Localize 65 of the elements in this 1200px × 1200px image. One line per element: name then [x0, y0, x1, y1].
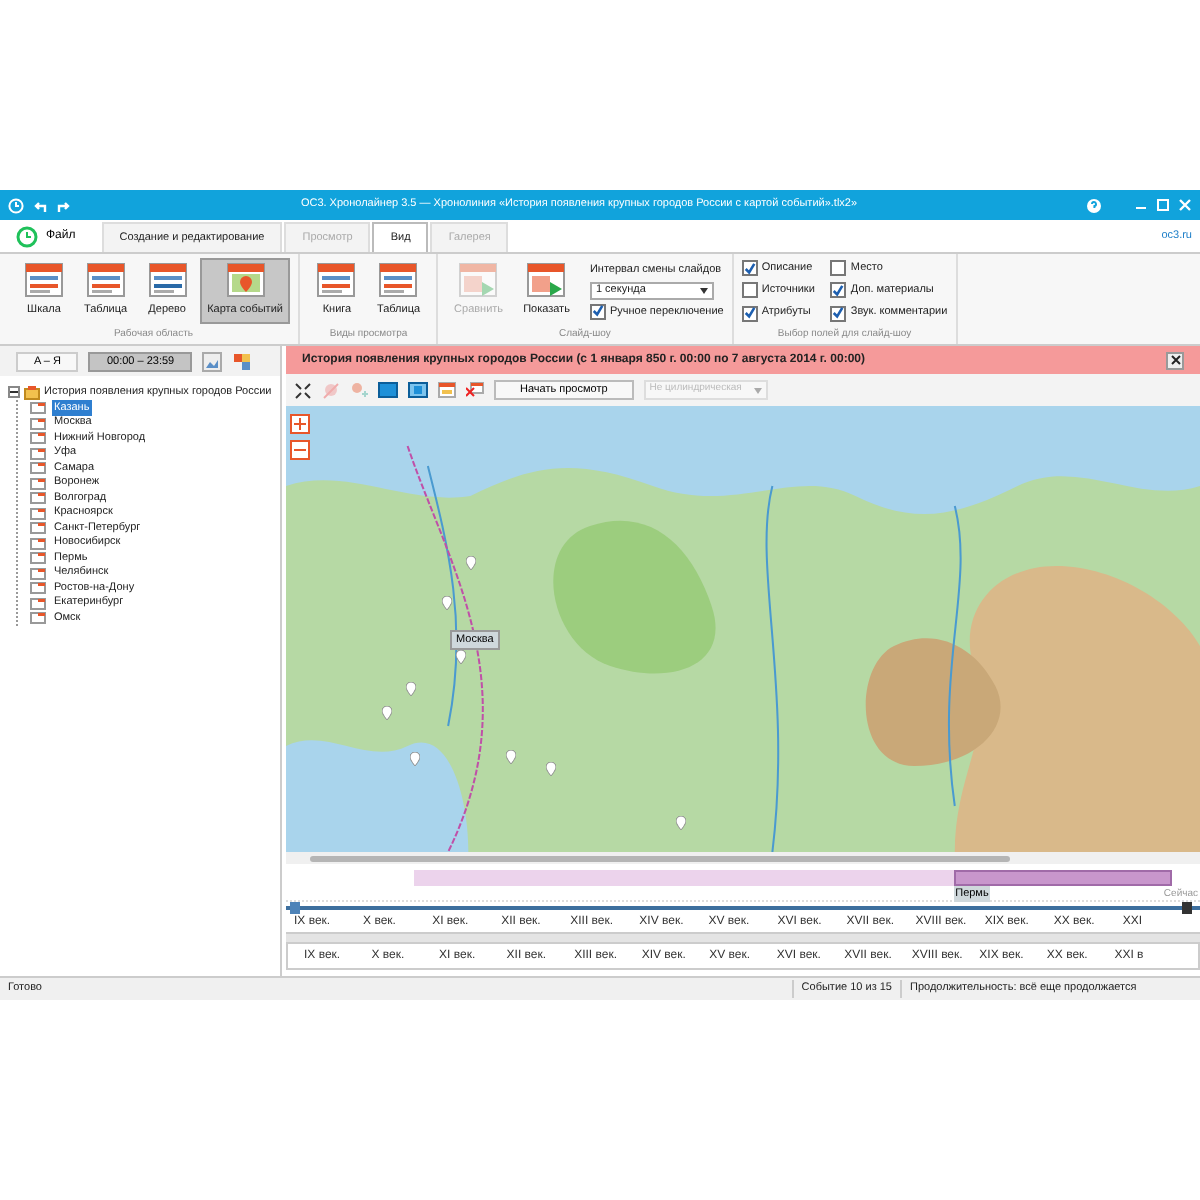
book-icon: [316, 262, 357, 299]
document-icon: [30, 432, 46, 444]
document-icon: [30, 462, 46, 474]
map-pin-icon[interactable]: [676, 816, 686, 830]
map-pin-icon[interactable]: [442, 596, 452, 610]
scale-icon: [24, 262, 64, 299]
checkbox[interactable]: [741, 260, 758, 276]
undo-icon[interactable]: [32, 197, 48, 213]
document-icon: [30, 507, 46, 519]
table-icon: [378, 262, 419, 299]
map-pin-icon[interactable]: [406, 682, 416, 696]
caret-icon: [699, 287, 708, 294]
zoom-out-button[interactable]: [290, 440, 310, 460]
maximize-icon[interactable]: [1156, 198, 1170, 212]
document-icon: [30, 417, 46, 429]
sheet-icon[interactable]: [438, 382, 456, 398]
map-pin-icon[interactable]: [456, 650, 466, 664]
folder-icon: [24, 385, 40, 400]
clock-icon: [16, 226, 38, 248]
document-icon: [30, 552, 46, 564]
play-icon: [526, 262, 567, 299]
tree-icon: [147, 262, 188, 299]
minus-icon: [294, 444, 306, 456]
range-end-handle[interactable]: [1182, 902, 1192, 914]
document-icon: [30, 447, 46, 459]
document-icon: [30, 612, 46, 624]
image-icon[interactable]: [202, 351, 223, 371]
close-icon[interactable]: [1178, 198, 1192, 212]
document-icon: [30, 567, 46, 579]
expand-icon[interactable]: [294, 381, 312, 399]
compare-icon: [458, 262, 499, 299]
document-icon: [30, 537, 46, 549]
document-icon: [30, 477, 46, 489]
collapse-toggle[interactable]: [8, 386, 20, 399]
close-button[interactable]: [1166, 351, 1184, 369]
grid-icon[interactable]: [232, 351, 253, 371]
redo-icon[interactable]: [56, 197, 72, 213]
checkbox[interactable]: [741, 282, 758, 299]
zoom-in-button[interactable]: [290, 414, 310, 434]
map-pin-icon[interactable]: [410, 752, 420, 766]
checkbox[interactable]: [589, 303, 606, 320]
range-start-handle[interactable]: [290, 902, 300, 914]
document-icon: [30, 522, 46, 534]
checkbox[interactable]: [830, 260, 847, 276]
table-icon: [85, 262, 126, 299]
close-icon: [1169, 354, 1181, 366]
clock-icon[interactable]: [8, 197, 24, 213]
help-icon[interactable]: [1086, 197, 1102, 213]
map-pin-icon[interactable]: [382, 706, 392, 720]
event-bar[interactable]: [953, 870, 1173, 886]
map-pin-icon[interactable]: [546, 762, 556, 776]
map-pin-icon: [225, 262, 266, 299]
scrollbar-thumb[interactable]: [310, 855, 1011, 861]
checkbox[interactable]: [830, 305, 847, 321]
caret-icon: [753, 387, 762, 393]
document-icon: [30, 597, 46, 609]
document-icon: [30, 492, 46, 504]
delete-icon[interactable]: [466, 382, 484, 398]
document-icon: [30, 582, 46, 594]
map-pin-icon[interactable]: [506, 750, 516, 764]
checkbox[interactable]: [741, 305, 758, 321]
checkbox[interactable]: [830, 282, 847, 299]
document-icon: [30, 402, 46, 414]
plus-icon: [294, 418, 306, 430]
map-pin-icon[interactable]: [466, 556, 476, 570]
